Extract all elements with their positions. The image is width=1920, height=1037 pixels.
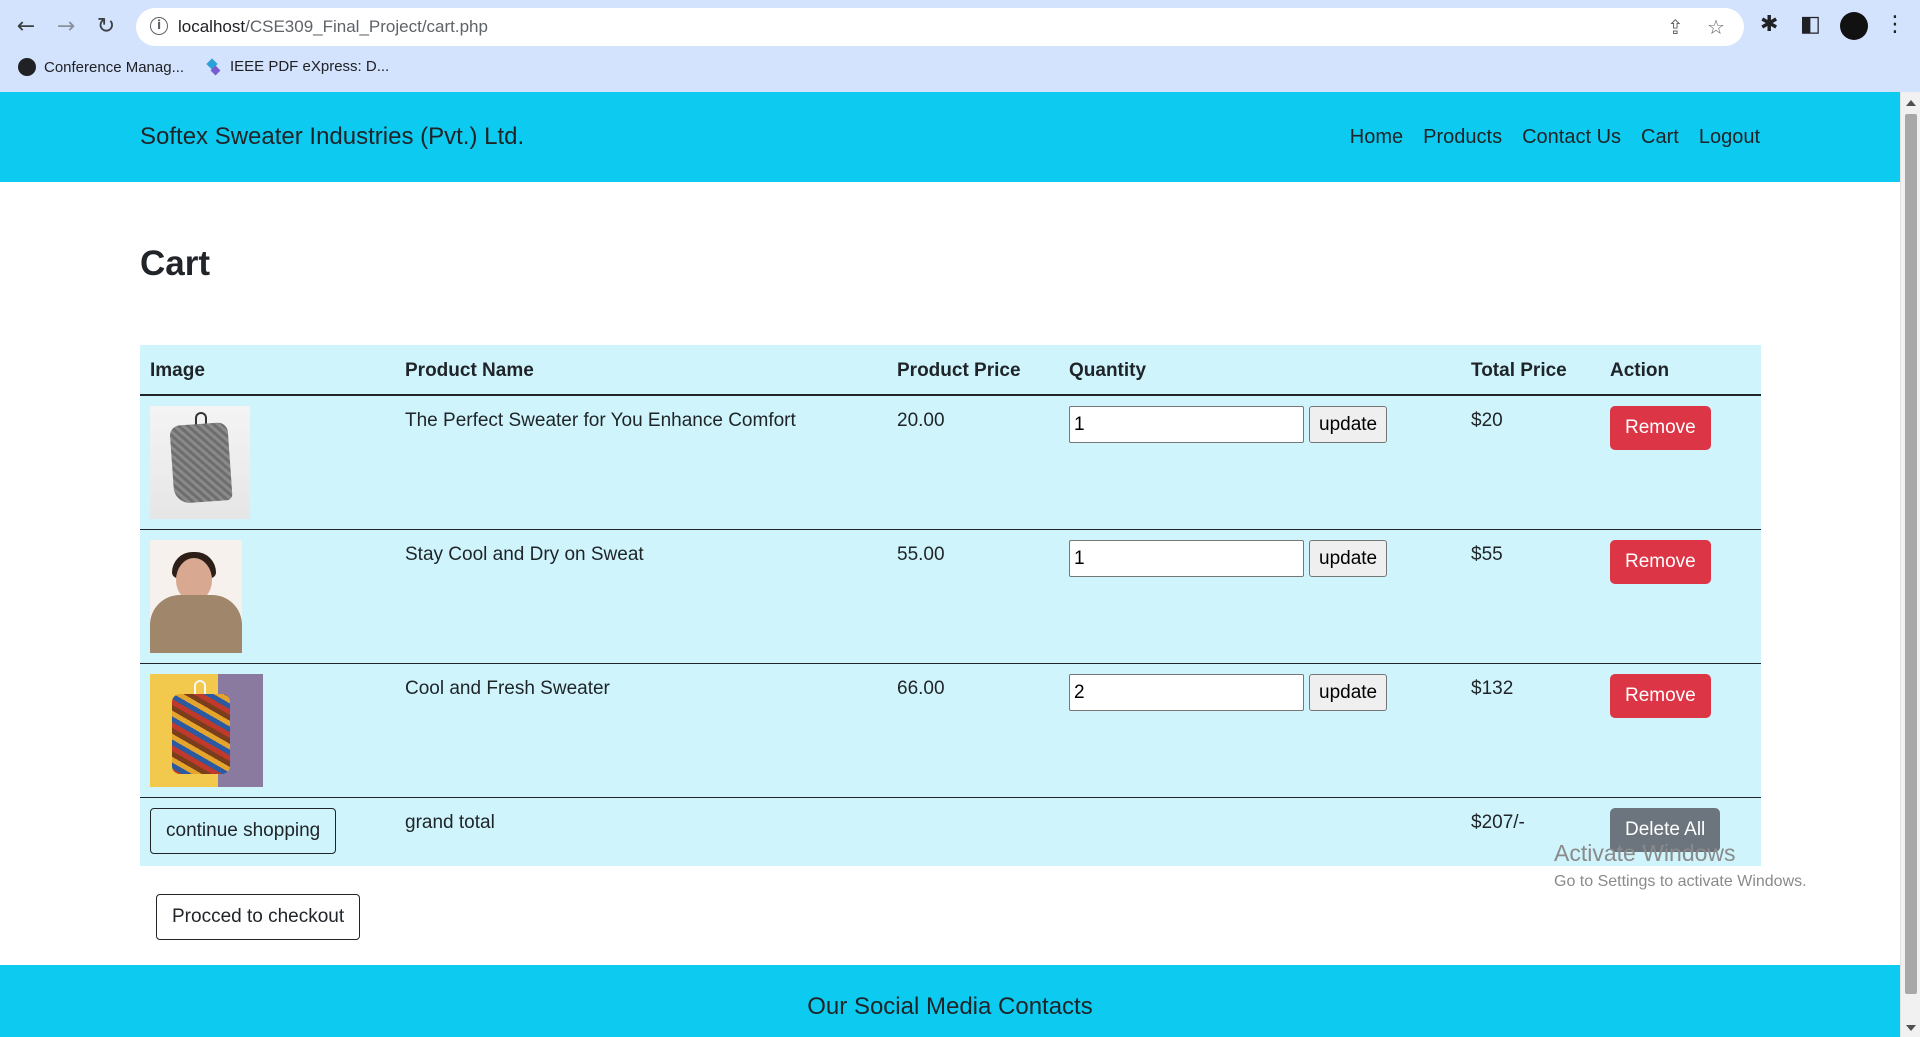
bookmark-label: IEEE PDF eXpress: D...: [230, 58, 390, 75]
side-panel-icon[interactable]: ◧: [1800, 12, 1821, 37]
page-title: Cart: [140, 244, 211, 283]
product-name: Cool and Fresh Sweater: [395, 663, 887, 798]
update-button[interactable]: update: [1309, 406, 1388, 443]
watermark-line2: Go to Settings to activate Windows.: [1554, 873, 1807, 890]
browser-chrome: ← → ↻ i localhost/CSE309_Final_Project/c…: [0, 0, 1920, 92]
nav-cart[interactable]: Cart: [1641, 126, 1679, 149]
remove-button[interactable]: Remove: [1610, 540, 1711, 584]
table-row: The Perfect Sweater for You Enhance Comf…: [140, 395, 1761, 530]
header-product-price: Product Price: [887, 345, 1059, 396]
quantity-input[interactable]: [1069, 540, 1304, 577]
product-price: 66.00: [887, 663, 1059, 798]
ieee-logo-icon: [206, 59, 222, 75]
update-button[interactable]: update: [1309, 540, 1388, 577]
watermark-line1: Activate Windows: [1554, 840, 1736, 866]
cart-table: Image Product Name Product Price Quantit…: [140, 345, 1761, 866]
table-row: Stay Cool and Dry on Sweat 55.00 update …: [140, 529, 1761, 664]
bookmark-ieee[interactable]: IEEE PDF eXpress: D...: [206, 58, 389, 75]
header-image: Image: [140, 345, 395, 396]
product-image: [150, 406, 250, 519]
footer-title: Our Social Media Contacts: [807, 993, 1093, 1020]
nav-home[interactable]: Home: [1350, 126, 1403, 149]
menu-icon[interactable]: ⋮: [1884, 12, 1906, 37]
table-header-row: Image Product Name Product Price Quantit…: [140, 345, 1761, 396]
globe-icon: [18, 58, 36, 76]
header-quantity: Quantity: [1059, 345, 1461, 396]
navbar: Softex Sweater Industries (Pvt.) Ltd. Ho…: [0, 92, 1900, 182]
row-total-price: $20: [1461, 395, 1600, 530]
address-bar[interactable]: i localhost/CSE309_Final_Project/cart.ph…: [136, 8, 1744, 46]
scroll-thumb[interactable]: [1905, 114, 1917, 994]
profile-avatar[interactable]: [1840, 12, 1868, 40]
table-row: Cool and Fresh Sweater 66.00 update $132…: [140, 663, 1761, 798]
share-icon[interactable]: ⇪: [1667, 15, 1684, 39]
windows-activation-watermark: Activate Windows Go to Settings to activ…: [1554, 840, 1807, 891]
quantity-input[interactable]: [1069, 406, 1304, 443]
product-image: [150, 540, 242, 653]
bookmark-label: Conference Manag...: [44, 58, 185, 76]
remove-button[interactable]: Remove: [1610, 406, 1711, 450]
brand-name[interactable]: Softex Sweater Industries (Pvt.) Ltd.: [140, 123, 524, 151]
footer: Our Social Media Contacts: [0, 965, 1900, 1037]
reload-icon[interactable]: ↻: [92, 12, 120, 40]
bookmark-star-icon[interactable]: ☆: [1707, 15, 1725, 39]
product-price: 55.00: [887, 529, 1059, 664]
page-viewport: Softex Sweater Industries (Pvt.) Ltd. Ho…: [0, 92, 1900, 1037]
extensions-icon[interactable]: ✱: [1760, 12, 1778, 37]
checkout-button[interactable]: Procced to checkout: [156, 894, 361, 940]
header-product-name: Product Name: [395, 345, 887, 396]
update-button[interactable]: update: [1309, 674, 1388, 711]
product-name: The Perfect Sweater for You Enhance Comf…: [395, 395, 887, 530]
row-total-price: $55: [1461, 529, 1600, 664]
site-info-icon[interactable]: i: [150, 17, 168, 35]
url-text: localhost/CSE309_Final_Project/cart.php: [178, 17, 488, 36]
quantity-input[interactable]: [1069, 674, 1304, 711]
nav-products[interactable]: Products: [1423, 126, 1502, 149]
grand-total-label: grand total: [405, 812, 495, 833]
remove-button[interactable]: Remove: [1610, 674, 1711, 718]
continue-shopping-button[interactable]: continue shopping: [150, 808, 337, 854]
page-scrollbar[interactable]: [1900, 92, 1920, 1037]
header-action: Action: [1600, 345, 1761, 396]
product-image: [150, 674, 263, 787]
grand-total-row: continue shopping grand total $207/- Del…: [140, 798, 1761, 866]
scroll-up-icon[interactable]: [1906, 100, 1916, 106]
nav-links: Home Products Contact Us Cart Logout: [1350, 126, 1760, 149]
row-total-price: $132: [1461, 663, 1600, 798]
product-name: Stay Cool and Dry on Sweat: [395, 529, 887, 664]
nav-logout[interactable]: Logout: [1699, 126, 1760, 149]
forward-icon[interactable]: →: [52, 12, 80, 40]
back-icon[interactable]: ←: [12, 12, 40, 40]
scroll-down-icon[interactable]: [1906, 1025, 1916, 1031]
bookmark-conference[interactable]: Conference Manag...: [18, 58, 184, 76]
nav-contact-us[interactable]: Contact Us: [1522, 126, 1621, 149]
product-price: 20.00: [887, 395, 1059, 530]
header-total-price: Total Price: [1461, 345, 1600, 396]
